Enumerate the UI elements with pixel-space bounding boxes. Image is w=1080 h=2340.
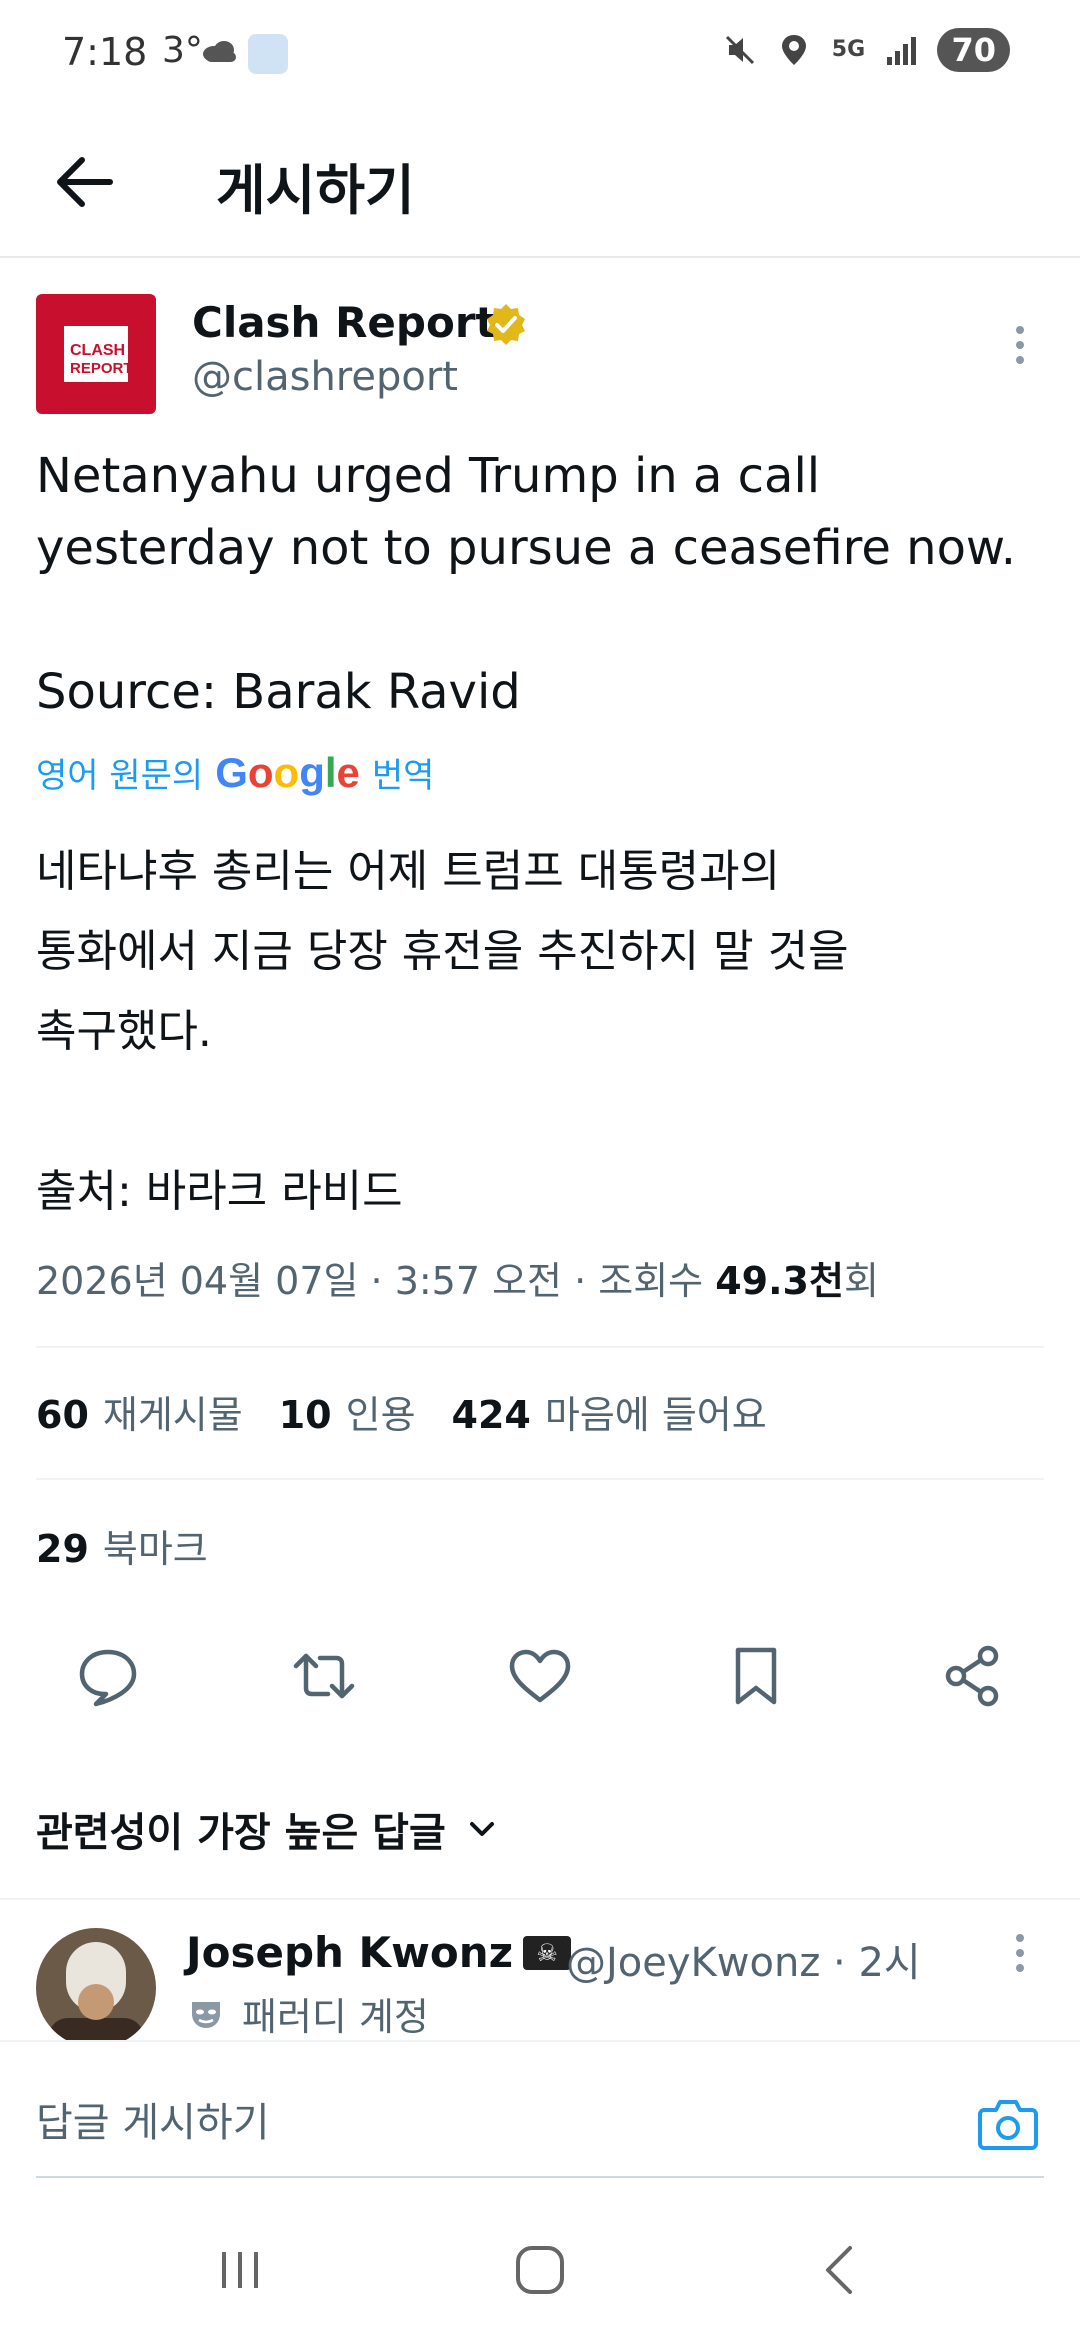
like-heart-icon[interactable] [504,1640,576,1712]
status-bar: 7:18 3° 5G 70 [0,0,1080,110]
parody-mask-icon [192,2001,220,2028]
repost-icon[interactable] [288,1640,360,1712]
parody-label: 패러디 계정 [242,1995,429,2039]
weather-app-icon [248,34,288,74]
translate-prefix: 영어 원문의 [36,756,204,796]
share-icon[interactable] [936,1640,1008,1712]
quotes-label: 인용 [345,1393,416,1437]
author-avatar[interactable]: CLASH REPORT [36,294,156,414]
tweet-meta: 2026년 04월 07일 · 3:57 오전 · 조회수 49.3천회 [36,1250,879,1305]
battery-level: 70 [937,28,1010,72]
bookmarks-stat[interactable]: 29 북마크 [36,1518,208,1573]
divider [36,1478,1044,1480]
tweet-date: 2026년 04월 07일 · 3:57 오전 · 조회수 [36,1259,704,1303]
system-nav-bar [0,2200,1080,2340]
likes-count: 424 [451,1393,531,1437]
more-options-icon[interactable] [1000,320,1040,370]
reply-author-handle[interactable]: @JoeyKwonz · 2시 [566,1930,921,1988]
reposts-count: 60 [36,1393,89,1437]
engagement-stats: 60 재게시물 10 인용 424 마음에 들어요 [36,1384,767,1439]
location-icon [782,35,807,65]
bookmarks-count: 29 [36,1527,89,1571]
back-arrow-icon[interactable] [48,146,120,218]
reply-sort-dropdown[interactable]: 관련성이 가장 높은 답글 [36,1800,498,1858]
recent-apps-icon[interactable] [210,2240,270,2300]
reply-icon[interactable] [72,1640,144,1712]
tweet-text: Netanyahu urged Trump in a call yesterda… [36,448,1017,720]
chevron-down-icon [469,1822,494,1836]
app-header: 게시하기 [0,110,1080,258]
reposts-label: 재게시물 [102,1393,243,1437]
likes-label: 마음에 들어요 [544,1393,767,1437]
avatar-face [78,1984,114,2020]
bookmarks-label: 북마크 [102,1527,208,1571]
camera-icon[interactable] [978,2096,1038,2152]
reply-more-options-icon[interactable] [1000,1928,1040,1978]
status-temperature: 3° [162,30,203,71]
quotes-stat[interactable]: 10 인용 [279,1384,416,1439]
tweet-actions [0,1640,1080,1720]
avatar-logo-text-bottom: REPORT [70,360,133,377]
likes-stat[interactable]: 424 마음에 들어요 [452,1384,767,1439]
reply-author-name-row[interactable]: Joseph Kwonz ☠ [186,1928,572,1977]
view-count-suffix: 회 [843,1259,879,1303]
page-title: 게시하기 [216,159,415,222]
reply-sort-label: 관련성이 가장 높은 답글 [36,1810,446,1856]
reply-author-name: Joseph Kwonz [186,1928,514,1977]
quotes-count: 10 [278,1393,332,1437]
reply-composer: 답글 게시하기 [0,2040,1080,2180]
view-count: 49.3천 [715,1259,844,1303]
translated-text: 네타냐후 총리는 어제 트럼프 대통령과의 통화에서 지금 당장 휴전을 추진하… [36,846,849,1217]
translation-attribution[interactable]: 영어 원문의 Google 번역 [36,748,434,797]
home-icon[interactable] [510,2240,570,2300]
cloud-icon [203,41,236,62]
signal-icon [887,37,917,65]
google-logo: Google [215,748,360,796]
reposts-stat[interactable]: 60 재게시물 [36,1384,243,1439]
mute-icon [726,35,755,65]
status-time: 7:18 [62,30,148,74]
reply-author-avatar[interactable] [36,1928,156,2048]
network-5g-label: 5G [831,37,866,62]
divider [0,1898,1080,1900]
verified-badge-icon [487,304,525,345]
author-handle[interactable]: @clashreport [192,354,458,400]
status-icons: 5G 70 [721,28,1010,72]
composer-underline [36,2176,1044,2178]
pirate-flag-icon: ☠ [523,1935,572,1970]
back-nav-icon[interactable] [810,2240,870,2300]
translate-suffix: 번역 [371,756,435,796]
avatar-logo-text-top: CLASH [70,342,126,359]
reply-input[interactable]: 답글 게시하기 [36,2090,270,2148]
parody-badge: 패러디 계정 [186,1986,429,2041]
bookmark-icon[interactable] [720,1640,792,1712]
author-name[interactable]: Clash Report [192,298,496,347]
divider [36,1346,1044,1348]
